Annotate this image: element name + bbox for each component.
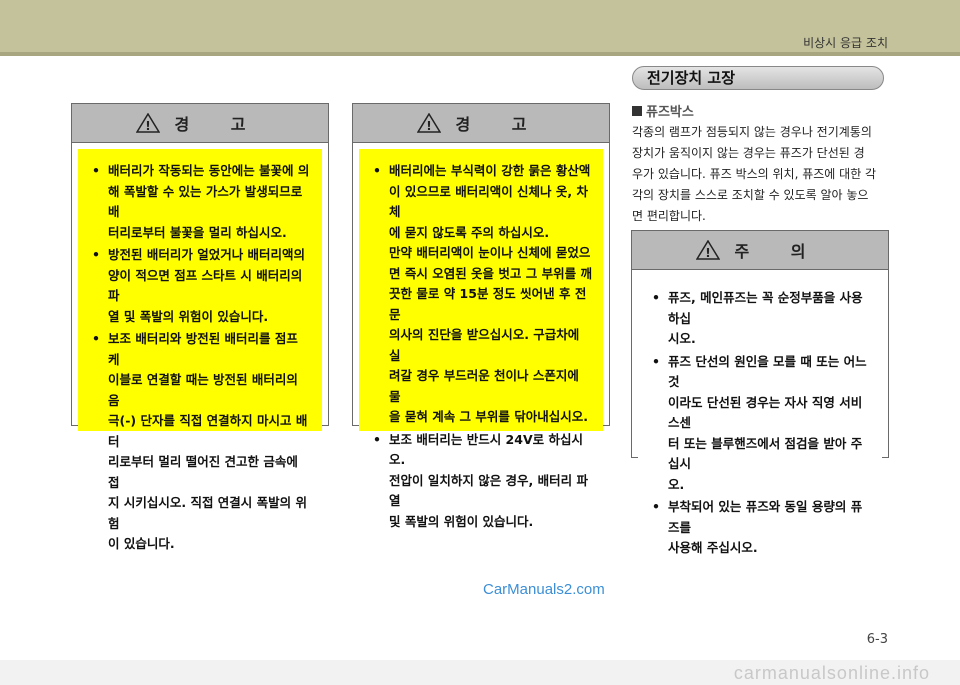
text-line: 오. (668, 476, 685, 492)
warning-triangle-icon: ! (136, 113, 161, 133)
text-line: 방전된 배터리가 얼었거나 배터리액의 (108, 247, 306, 262)
svg-text:!: ! (146, 119, 151, 133)
text-line: 터리로부터 불꽃을 멀리 하십시오. (108, 224, 287, 240)
text-line: 끗한 물로 약 15분 정도 씻어낸 후 전문 (389, 286, 587, 322)
caution-list: 퓨즈, 메인퓨즈는 꼭 순정부품을 사용하십 시오. 퓨즈 단선의 원인을 모를… (648, 288, 872, 559)
text-line: 이라도 단선된 경우는 자사 직영 서비스센 (668, 394, 863, 431)
section-title: 전기장치 고장 (632, 66, 884, 90)
text-line: 열 및 폭발의 위험이 있습니다. (108, 308, 269, 324)
text-line: 각의 장치를 스스로 조치할 수 있도록 알아 놓으 (632, 188, 869, 202)
svg-text:!: ! (706, 246, 711, 260)
text-line: 면 편리합니다. (632, 209, 706, 223)
text-line: 이 있으므로 배터리액이 신체나 옷, 차체 (389, 183, 589, 220)
text-line: 전압이 일치하지 않은 경우, 배터리 파열 (389, 472, 589, 509)
text-line: 이블로 연결할 때는 방전된 배터리의 음 (108, 372, 298, 408)
list-item: 배터리가 작동되는 동안에는 불꽃에 의 해 폭발할 수 있는 가스가 발생되므… (88, 161, 312, 243)
square-bullet-icon (632, 106, 642, 116)
text-line: 퓨즈 단선의 원인을 모를 때 또는 어느 것 (668, 353, 867, 390)
text-line: 보조 배터리는 반드시 24V로 하십시오. (389, 431, 583, 468)
text-line: 우가 있습니다. 퓨즈 박스의 위치, 퓨즈에 대한 각 (632, 167, 877, 181)
text-line: 및 폭발의 위험이 있습니다. (389, 513, 534, 529)
text-line: 양이 적으면 점프 스타트 시 배터리의 파 (108, 267, 303, 304)
text-line: 을 묻혀 계속 그 부위를 닦아내십시오. (389, 409, 589, 424)
text-line: 의사의 진단을 받으십시오. 구급차에 실 (389, 327, 580, 363)
top-rule (0, 52, 960, 56)
text-line: 려갈 경우 부드러운 천이나 스폰지에 물 (389, 368, 579, 404)
warning-body: 배터리에는 부식력이 강한 묽은 황산액 이 있으므로 배터리액이 신체나 옷,… (359, 149, 603, 529)
text-line: 사용해 주십시오. (668, 540, 758, 555)
list-item: 부착되어 있는 퓨즈와 동일 용량의 퓨즈를 사용해 주십시오. (648, 497, 872, 559)
warning-header: ! 경 고 (353, 104, 609, 143)
list-item: 배터리에는 부식력이 강한 묽은 황산액 이 있으므로 배터리액이 신체나 옷,… (369, 161, 593, 428)
text-line: 부착되어 있는 퓨즈와 동일 용량의 퓨즈를 (668, 499, 863, 535)
caution-body: 퓨즈, 메인퓨즈는 꼭 순정부품을 사용하십 시오. 퓨즈 단선의 원인을 모를… (638, 276, 882, 573)
list-item: 퓨즈 단선의 원인을 모를 때 또는 어느 것 이라도 단선된 경우는 자사 직… (648, 352, 872, 496)
warning-title: 경 고 (174, 115, 264, 134)
text-line: 해 폭발할 수 있는 가스가 발생되므로 배 (108, 183, 303, 220)
caution-panel-fuse: ! 주 의 퓨즈, 메인퓨즈는 꼭 순정부품을 사용하십 시오. 퓨즈 단선의 … (631, 230, 889, 573)
text-line: 지 시키십시오. 직접 연결시 폭발의 위험 (108, 495, 308, 531)
text-line: 배터리가 작동되는 동안에는 불꽃에 의 (108, 163, 310, 178)
watermark-link[interactable]: CarManuals2.com (483, 581, 605, 598)
svg-text:!: ! (427, 119, 432, 133)
text-line: 배터리에는 부식력이 강한 묽은 황산액 (389, 163, 591, 178)
text-line: 면 즉시 오염된 옷을 벗고 그 부위를 깨 (389, 265, 592, 281)
text-line: 만약 배터리액이 눈이나 신체에 묻었으 (389, 245, 591, 260)
list-item: 퓨즈, 메인퓨즈는 꼭 순정부품을 사용하십 시오. (648, 288, 872, 350)
warning-list: 배터리에는 부식력이 강한 묽은 황산액 이 있으므로 배터리액이 신체나 옷,… (369, 161, 593, 532)
warning-triangle-icon: ! (417, 113, 442, 133)
caution-header: ! 주 의 (632, 231, 888, 270)
subsection-heading: 퓨즈박스 (632, 101, 694, 120)
list-item: 보조 배터리는 반드시 24V로 하십시오. 전압이 일치하지 않은 경우, 배… (369, 430, 593, 533)
fuse-paragraph: 각종의 램프가 점등되지 않는 경우나 전기계통의 장치가 움직이지 않는 경우… (632, 122, 890, 227)
subsection-title: 퓨즈박스 (646, 105, 694, 120)
warning-body: 배터리가 작동되는 동안에는 불꽃에 의 해 폭발할 수 있는 가스가 발생되므… (78, 149, 322, 551)
text-line: 리로부터 멀리 떨어진 견고한 금속에 접 (108, 454, 298, 490)
warning-header: ! 경 고 (72, 104, 328, 143)
list-item: 방전된 배터리가 얼었거나 배터리액의 양이 적으면 점프 스타트 시 배터리의… (88, 245, 312, 327)
text-line: 시오. (668, 331, 696, 346)
text-line: 에 묻지 않도록 주의 하십시오. (389, 224, 550, 240)
footer-watermark: carmanualsonline.info (733, 663, 930, 683)
page-number: 6-3 (866, 632, 888, 647)
warning-panel-battery-acid: ! 경 고 배터리에는 부식력이 강한 묽은 황산액 이 있으므로 배터리액이 … (352, 103, 610, 529)
text-line: 퓨즈, 메인퓨즈는 꼭 순정부품을 사용하십 (668, 290, 863, 326)
caution-title: 주 의 (734, 242, 824, 261)
text-line: 이 있습니다. (108, 536, 175, 551)
warning-panel-battery-explosion: ! 경 고 배터리가 작동되는 동안에는 불꽃에 의 해 폭발할 수 있는 가스… (71, 103, 329, 551)
warning-list: 배터리가 작동되는 동안에는 불꽃에 의 해 폭발할 수 있는 가스가 발생되므… (88, 161, 312, 555)
list-item: 보조 배터리와 방전된 배터리를 점프 케 이블로 연결할 때는 방전된 배터리… (88, 329, 312, 555)
text-line: 극(-) 단자를 직접 연결하지 마시고 배터 (108, 413, 308, 449)
warning-triangle-icon: ! (696, 240, 721, 260)
text-line: 터 또는 블루핸즈에서 점검을 받아 주십시 (668, 435, 863, 472)
text-line: 보조 배터리와 방전된 배터리를 점프 케 (108, 331, 298, 367)
text-line: 장치가 움직이지 않는 경우는 퓨즈가 단선된 경 (632, 146, 865, 160)
chapter-title: 비상시 응급 조치 (803, 36, 888, 50)
text-line: 각종의 램프가 점등되지 않는 경우나 전기계통의 (632, 125, 872, 139)
warning-title: 경 고 (455, 115, 545, 134)
